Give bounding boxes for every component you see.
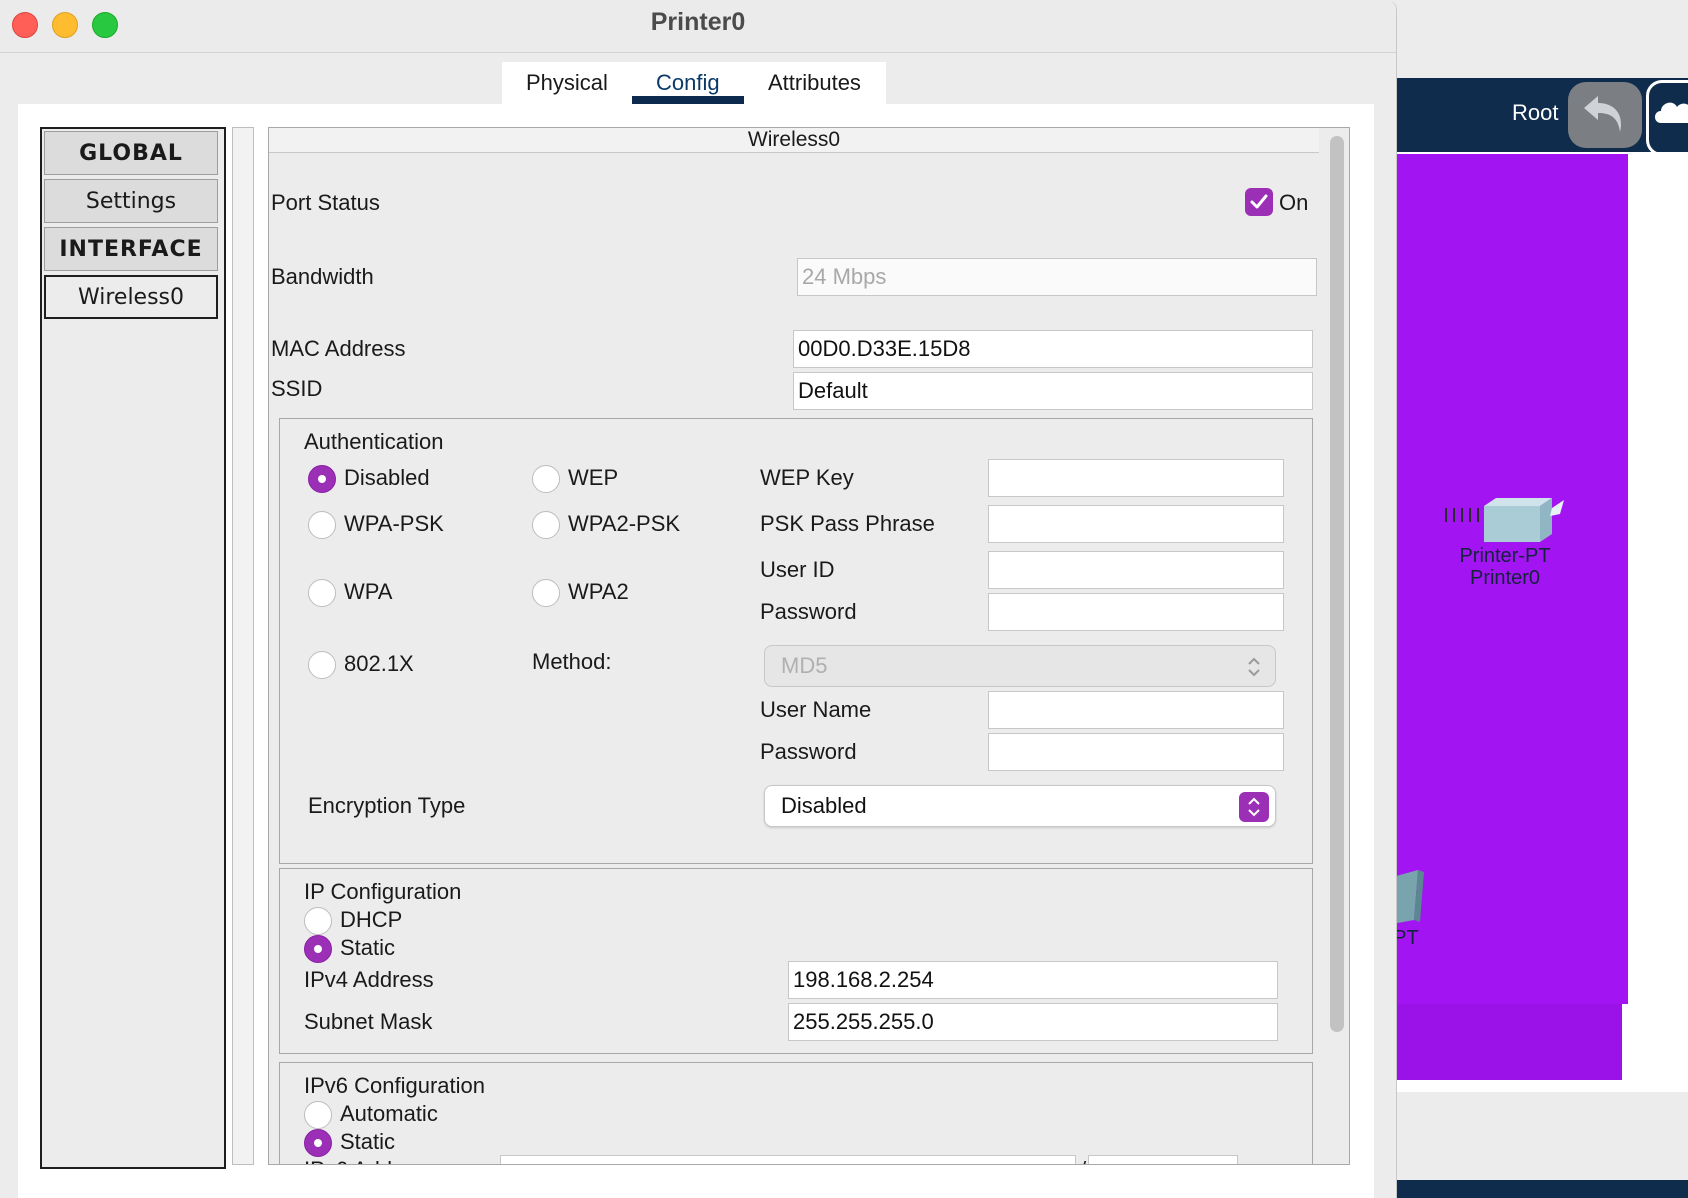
ipv4-address-label: IPv4 Address <box>304 967 434 992</box>
title-bar: Printer0 <box>0 0 1396 53</box>
ipv6-address-label: IPv6 Address <box>304 1157 434 1164</box>
scrollbar-thumb[interactable] <box>1330 136 1344 1032</box>
bandwidth-label: Bandwidth <box>271 264 374 289</box>
sidebar-item-settings[interactable]: Settings <box>44 179 218 223</box>
port-status-checkbox[interactable] <box>1245 188 1273 216</box>
method-select: MD5 <box>764 645 1276 687</box>
auth-wep-radio[interactable] <box>532 465 560 493</box>
tab-physical[interactable]: Physical <box>526 70 608 96</box>
auth-wpa-radio[interactable] <box>308 579 336 607</box>
cloud-button[interactable] <box>1646 80 1688 156</box>
tab-bar: Physical Config Attributes <box>502 62 886 104</box>
subnet-mask-field[interactable]: 255.255.255.0 <box>788 1003 1278 1041</box>
tab-attributes[interactable]: Attributes <box>768 70 861 96</box>
password2-field[interactable] <box>988 733 1284 771</box>
user-name-label: User Name <box>760 697 872 722</box>
password2-label: Password <box>760 739 857 764</box>
ipv6-automatic-label: Automatic <box>340 1101 438 1126</box>
auth-wpa2-label: WPA2 <box>568 579 629 604</box>
password-label: Password <box>760 599 857 624</box>
ip-config-title: IP Configuration <box>304 879 462 904</box>
password-field[interactable] <box>988 593 1284 631</box>
sidebar-splitter[interactable] <box>232 127 254 1165</box>
ipv6-automatic-radio[interactable] <box>304 1101 332 1129</box>
printer-type-label: Printer-PT <box>1459 545 1551 567</box>
printer-device-icon[interactable] <box>1444 496 1574 551</box>
wep-key-field[interactable] <box>988 459 1284 497</box>
ipv6-static-radio[interactable] <box>304 1129 332 1157</box>
select-chevron-icon <box>1239 792 1269 822</box>
method-select-value: MD5 <box>781 653 828 678</box>
undo-arrow-icon <box>1584 96 1622 132</box>
ssid-field[interactable]: Default <box>793 372 1313 410</box>
root-label: Root <box>1512 100 1559 125</box>
device-dialog: Printer0 Physical Config Attributes GLOB… <box>0 0 1397 1198</box>
auth-wep-label: WEP <box>568 465 619 490</box>
method-label: Method: <box>532 649 612 674</box>
window-title: Printer0 <box>650 8 746 36</box>
cloud-icon <box>1655 102 1688 123</box>
ip-configuration-section: IP Configuration DHCP Static IPv4 Addres… <box>279 868 1313 1054</box>
auth-wpa2-psk-label: WPA2-PSK <box>568 511 681 536</box>
auth-8021x-label: 802.1X <box>344 651 414 676</box>
auth-wpa-psk-radio[interactable] <box>308 511 336 539</box>
workspace-area-lower <box>1390 1004 1622 1080</box>
ip-dhcp-label: DHCP <box>340 907 403 932</box>
ipv6-static-label: Static <box>340 1129 396 1154</box>
back-button[interactable] <box>1568 82 1642 148</box>
wep-key-label: WEP Key <box>760 465 854 490</box>
tab-config[interactable]: Config <box>656 70 720 96</box>
port-status-on-label: On <box>1279 190 1309 215</box>
subnet-mask-label: Subnet Mask <box>304 1009 433 1034</box>
authentication-section: Authentication Disabled WEP WPA-PSK WPA2… <box>279 418 1313 864</box>
ipv4-address-field[interactable]: 198.168.2.254 <box>788 961 1278 999</box>
checkmark-icon <box>1250 194 1268 209</box>
authentication-title: Authentication <box>304 429 444 454</box>
mac-address-field[interactable]: 00D0.D33E.15D8 <box>793 330 1313 368</box>
ssid-label: SSID <box>271 376 323 401</box>
interface-config-panel: Wireless0 Port Status On Bandwidth 24 Mb… <box>268 127 1350 1165</box>
encryption-type-label: Encryption Type <box>308 793 466 818</box>
psk-pass-phrase-field[interactable] <box>988 505 1284 543</box>
ip-static-label: Static <box>340 935 396 960</box>
user-name-field[interactable] <box>988 691 1284 729</box>
workspace-bottom-bar <box>1390 1180 1688 1198</box>
ipv6-prefix-separator: / <box>1080 1157 1086 1164</box>
auth-wpa2-psk-radio[interactable] <box>532 511 560 539</box>
mac-address-label: MAC Address <box>271 336 406 361</box>
ipv6-configuration-section: IPv6 Configuration Automatic Static IPv6… <box>279 1062 1313 1164</box>
ipv6-prefix-field[interactable] <box>1088 1155 1238 1164</box>
auth-wpa-label: WPA <box>344 579 393 604</box>
active-tab-indicator <box>632 96 744 104</box>
config-sidebar: GLOBAL Settings INTERFACE Wireless0 <box>40 127 226 1169</box>
ipv6-address-field[interactable] <box>500 1155 1076 1164</box>
ip-static-radio[interactable] <box>304 935 332 963</box>
encryption-type-select[interactable]: Disabled <box>764 785 1276 827</box>
encryption-type-value: Disabled <box>781 793 867 818</box>
auth-disabled-label: Disabled <box>344 465 430 490</box>
printer-name-label: Printer0 <box>1469 567 1541 589</box>
auth-wpa2-radio[interactable] <box>532 579 560 607</box>
auth-wpa-psk-label: WPA-PSK <box>344 511 444 536</box>
user-id-field[interactable] <box>988 551 1284 589</box>
user-id-label: User ID <box>760 557 835 582</box>
port-status-label: Port Status <box>271 190 380 215</box>
ipv6-config-title: IPv6 Configuration <box>304 1073 485 1098</box>
ip-dhcp-radio[interactable] <box>304 907 332 935</box>
psk-pass-phrase-label: PSK Pass Phrase <box>760 511 935 536</box>
auth-8021x-radio[interactable] <box>308 651 336 679</box>
sidebar-header-interface: INTERFACE <box>44 227 218 271</box>
sidebar-header-global: GLOBAL <box>44 131 218 175</box>
bandwidth-field: 24 Mbps <box>797 258 1317 296</box>
panel-header: Wireless0 <box>269 128 1319 153</box>
sidebar-item-wireless0[interactable]: Wireless0 <box>44 275 218 319</box>
select-chevron-icon <box>1239 652 1269 682</box>
auth-disabled-radio[interactable] <box>308 465 336 493</box>
